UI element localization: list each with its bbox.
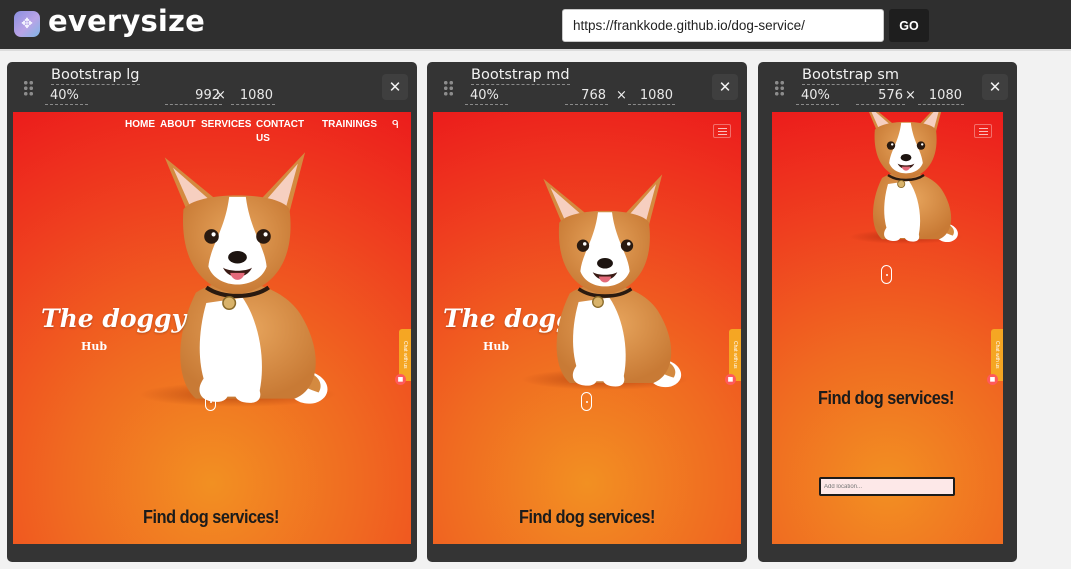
location-input[interactable] [819, 477, 955, 496]
drag-handle-icon[interactable] [23, 80, 34, 96]
close-icon[interactable]: ✕ [382, 74, 408, 100]
site-nav: HOME ABOUT SERVICES CONTACT US TRAININGS… [13, 118, 411, 148]
close-icon[interactable]: ✕ [712, 74, 738, 100]
zoom-field[interactable]: 40% [796, 88, 839, 105]
preview-panel-lg: Bootstrap lg 40% 992 × 1080 ✕ HOME ABOUT… [7, 62, 417, 562]
panel-title[interactable]: Bootstrap lg [51, 67, 140, 85]
hamburger-menu-icon[interactable] [974, 124, 992, 138]
nav-contact-line2: US [256, 133, 270, 144]
nav-services[interactable]: SERVICES [201, 118, 251, 132]
user-icon[interactable]: ᑫ [392, 118, 399, 131]
chat-bubble-icon[interactable]: ■ [987, 374, 998, 385]
height-field[interactable]: 1080 [231, 88, 275, 105]
find-services-heading: Find dog services! [143, 506, 279, 527]
scroll-mouse-icon [581, 392, 592, 411]
top-bar: ✥ everysize GO [0, 0, 1071, 51]
width-field[interactable]: 992 [165, 88, 222, 105]
preview-panel-md: Bootstrap md 40% 768 × 1080 ✕ The doggy … [427, 62, 747, 562]
times-sign: × [616, 88, 627, 103]
height-field[interactable]: 1080 [918, 88, 964, 105]
corgi-image [515, 170, 695, 390]
hamburger-menu-icon[interactable] [713, 124, 731, 138]
times-sign: × [215, 88, 226, 103]
hero-title: The doggy [41, 304, 187, 333]
nav-home[interactable]: HOME [125, 118, 155, 132]
panel-title[interactable]: Bootstrap md [471, 67, 570, 85]
url-input[interactable] [562, 9, 884, 42]
hero-subtitle: Hub [483, 340, 510, 353]
nav-trainings[interactable]: TRAININGS [322, 118, 377, 132]
corgi-image [125, 147, 350, 407]
times-sign: × [905, 88, 916, 103]
chat-bubble-icon[interactable]: ■ [725, 374, 736, 385]
site-viewport: Chat with us ■ Find dog services! [772, 112, 1003, 544]
width-field[interactable]: 576 [856, 88, 905, 105]
panel-title[interactable]: Bootstrap sm [802, 67, 899, 85]
nav-contact-line1: CONTACT [256, 119, 305, 130]
width-field[interactable]: 768 [565, 88, 608, 105]
hero-subtitle: Hub [81, 340, 108, 353]
corgi-image [836, 112, 976, 244]
chat-bubble-icon[interactable]: ■ [395, 374, 406, 385]
find-services-heading: Find dog services! [818, 387, 954, 408]
close-icon[interactable]: ✕ [982, 74, 1008, 100]
zoom-field[interactable]: 40% [465, 88, 508, 105]
scroll-mouse-icon [205, 392, 216, 411]
height-field[interactable]: 1080 [628, 88, 675, 105]
site-viewport: HOME ABOUT SERVICES CONTACT US TRAININGS… [13, 112, 411, 544]
nav-contact[interactable]: CONTACT US [256, 118, 304, 146]
drag-handle-icon[interactable] [774, 80, 785, 96]
site-viewport: The doggy Hub Chat with us ■ Find dog se… [433, 112, 741, 544]
zoom-field[interactable]: 40% [45, 88, 88, 105]
app-logo-text: everysize [48, 4, 205, 38]
go-button[interactable]: GO [889, 9, 929, 42]
drag-handle-icon[interactable] [443, 80, 454, 96]
move-arrows-icon: ✥ [14, 11, 40, 37]
nav-about[interactable]: ABOUT [160, 118, 196, 132]
scroll-mouse-icon [881, 265, 892, 284]
find-services-heading: Find dog services! [519, 506, 655, 527]
preview-panel-sm: Bootstrap sm 40% 576 × 1080 ✕ Chat with … [758, 62, 1017, 562]
